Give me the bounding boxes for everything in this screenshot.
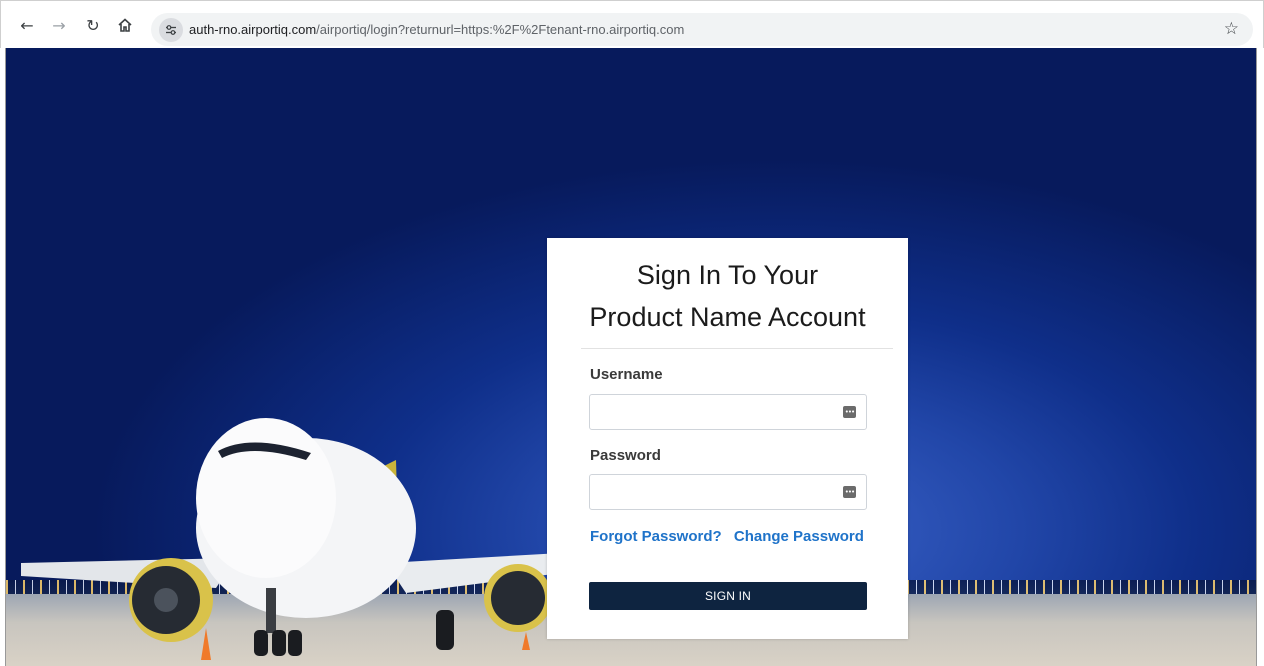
reload-icon[interactable]: ↻ [81, 13, 105, 37]
login-card: Sign In To Your Product Name Account Use… [547, 238, 908, 639]
password-manager-icon[interactable]: ••• [843, 486, 856, 498]
username-field[interactable]: ••• [589, 394, 867, 430]
airplane-image [21, 418, 561, 660]
url-text: auth-rno.airportiq.com/airportiq/login?r… [189, 22, 684, 37]
password-label: Password [590, 447, 661, 464]
title-line-1: Sign In To Your [636, 260, 819, 290]
home-icon[interactable] [113, 13, 137, 37]
title-line-2: Product Name Account [589, 302, 866, 332]
change-password-link[interactable]: Change Password [734, 528, 864, 545]
password-manager-icon[interactable]: ••• [843, 406, 856, 418]
divider [581, 348, 893, 349]
password-links: Forgot Password? Change Password [590, 528, 864, 545]
site-info-icon[interactable] [159, 18, 183, 42]
url-path: /airportiq/login?returnurl=https:%2F%2Ft… [316, 22, 685, 37]
password-field[interactable]: ••• [589, 474, 867, 510]
forward-arrow-icon[interactable]: → [47, 13, 71, 37]
browser-toolbar: ← → ↻ auth-rno.airportiq.com/airportiq/l… [0, 0, 1264, 48]
forgot-password-link[interactable]: Forgot Password? [590, 528, 722, 545]
url-host: auth-rno.airportiq.com [189, 22, 317, 37]
page-title: Sign In To Your Product Name Account [547, 254, 908, 338]
username-label: Username [590, 366, 663, 383]
bookmark-star-icon[interactable]: ☆ [1224, 19, 1239, 39]
back-arrow-icon[interactable]: ← [15, 13, 39, 37]
address-bar[interactable]: auth-rno.airportiq.com/airportiq/login?r… [151, 13, 1253, 46]
sign-in-button[interactable]: SIGN IN [589, 582, 867, 610]
